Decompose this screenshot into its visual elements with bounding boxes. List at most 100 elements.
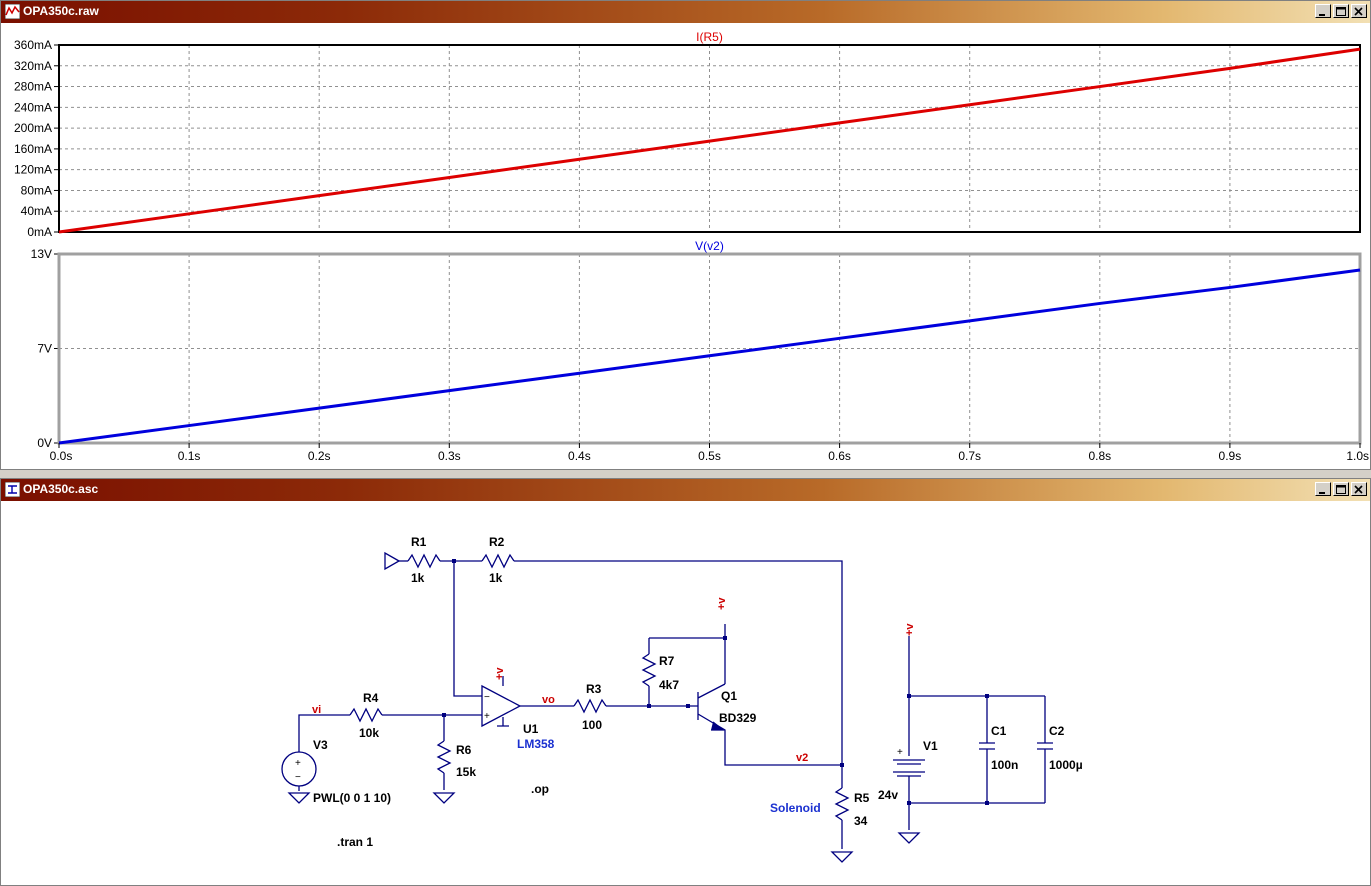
- tran-directive[interactable]: .tran 1: [337, 835, 373, 849]
- power-label-u1: +v: [494, 667, 506, 680]
- value-r5: 34: [854, 814, 868, 828]
- y-tick-label: 0V: [37, 436, 52, 450]
- schematic-window-titlebar[interactable]: OPA350c.asc: [1, 479, 1370, 501]
- net-label-vo: vo: [542, 694, 555, 706]
- junction-dot: [985, 694, 989, 698]
- x-tick-label: 0.1s: [178, 449, 201, 463]
- solenoid-label: Solenoid: [770, 801, 821, 815]
- label-r6: R6: [456, 743, 472, 757]
- y-tick-label: 320mA: [14, 59, 52, 73]
- label-r1: R1: [411, 535, 427, 549]
- resistor-r2[interactable]: [481, 553, 515, 569]
- label-v3: V3: [313, 738, 328, 752]
- v1-plus-sign: +: [897, 747, 903, 758]
- resistor-r4[interactable]: [349, 707, 383, 723]
- wire: [497, 676, 509, 727]
- capacitor-c1[interactable]: [979, 696, 995, 803]
- waveform-plots[interactable]: 0mA 40mA 80mA 120mA 160mA 200mA 240mA 280mA 320m…: [1, 24, 1370, 469]
- close-icon: [1354, 7, 1363, 16]
- plot-window-titlebar[interactable]: OPA350c.raw: [1, 1, 1370, 23]
- y-tick-label: 13V: [31, 247, 52, 261]
- ground-symbol: [384, 551, 401, 571]
- capacitor-c2[interactable]: [1037, 696, 1053, 803]
- x-tick-label: 0.4s: [568, 449, 591, 463]
- battery-v1[interactable]: [893, 759, 925, 777]
- power-label-q1: +v: [716, 597, 728, 610]
- schematic-icon: [5, 482, 20, 497]
- ground-symbol: [432, 792, 456, 804]
- ground-symbol: [287, 792, 311, 804]
- resistor-r3[interactable]: [573, 698, 607, 714]
- maximize-button[interactable]: [1333, 482, 1349, 496]
- x-tick-label: 1.0s: [1346, 449, 1369, 463]
- net-label-v2: v2: [796, 752, 808, 764]
- wire: [453, 561, 482, 697]
- minimize-icon: [1319, 14, 1325, 16]
- value-r2: 1k: [489, 571, 503, 585]
- schematic-canvas[interactable]: R1 1k R2 1k R7 4k7 Q1 BD329 R3 100 U1 R4…: [1, 502, 1370, 885]
- maximize-icon: [1336, 7, 1346, 16]
- y-tick-label: 360mA: [14, 38, 52, 52]
- y-tick-label: 160mA: [14, 142, 52, 156]
- close-icon: [1354, 485, 1363, 494]
- plot-area[interactable]: 0mA 40mA 80mA 120mA 160mA 200mA 240mA 280mA 320m…: [1, 24, 1370, 469]
- plot-window-title: OPA350c.raw: [23, 4, 99, 18]
- junction-dot: [442, 713, 446, 717]
- x-tick-label: 0.8s: [1088, 449, 1111, 463]
- v3-minus-sign: −: [295, 772, 301, 783]
- value-v1: 24v: [878, 788, 898, 802]
- minimize-button[interactable]: [1315, 4, 1331, 18]
- value-r4: 10k: [359, 726, 379, 740]
- label-c1: C1: [991, 724, 1007, 738]
- schematic-drawing[interactable]: R1 1k R2 1k R7 4k7 Q1 BD329 R3 100 U1 R4…: [1, 502, 1370, 885]
- resistor-r5[interactable]: [834, 787, 850, 821]
- ground-symbol: [897, 832, 921, 844]
- x-tick-label: 0.7s: [958, 449, 981, 463]
- label-u1: U1: [523, 722, 539, 736]
- close-button[interactable]: [1351, 4, 1367, 18]
- op-directive[interactable]: .op: [531, 782, 549, 796]
- resistor-r7[interactable]: [641, 653, 657, 687]
- opamp-minus-sign: −: [484, 692, 490, 703]
- label-v1: V1: [923, 739, 938, 753]
- junction-dot: [723, 636, 727, 640]
- y-tick-label: 0mA: [27, 225, 52, 239]
- y-tick-label: 7V: [37, 342, 52, 356]
- value-c1: 100n: [991, 758, 1018, 772]
- label-c2: C2: [1049, 724, 1065, 738]
- label-r5: R5: [854, 791, 870, 805]
- value-q1: BD329: [719, 711, 757, 725]
- minimize-button[interactable]: [1315, 482, 1331, 496]
- wire: [514, 560, 843, 765]
- label-r3: R3: [586, 682, 602, 696]
- value-c2: 1000µ: [1049, 758, 1083, 772]
- wire: [908, 636, 1045, 830]
- v3-plus-sign: +: [295, 758, 301, 769]
- net-label-vi: vi: [312, 704, 321, 716]
- y-tick-label: 240mA: [14, 100, 52, 114]
- y-tick-label: 40mA: [21, 204, 52, 218]
- resistor-r6[interactable]: [436, 740, 452, 774]
- resistor-r1[interactable]: [407, 553, 441, 569]
- x-tick-label: 0.2s: [308, 449, 331, 463]
- label-r7: R7: [659, 654, 675, 668]
- maximize-button[interactable]: [1333, 4, 1349, 18]
- close-button[interactable]: [1351, 482, 1367, 496]
- minimize-icon: [1319, 492, 1325, 494]
- junction-dot: [647, 704, 651, 708]
- ground-symbol: [830, 851, 854, 863]
- x-tick-label: 0.6s: [828, 449, 851, 463]
- x-tick-label: 0.3s: [438, 449, 461, 463]
- value-v3: PWL(0 0 1 10): [313, 791, 391, 805]
- y-tick-label: 280mA: [14, 80, 52, 94]
- junction-dot: [840, 763, 844, 767]
- x-tick-label: 0.5s: [698, 449, 721, 463]
- value-r3: 100: [582, 718, 602, 732]
- junction-dot: [907, 694, 911, 698]
- label-q1: Q1: [721, 689, 737, 703]
- model-u1: LM358: [517, 737, 555, 751]
- schematic-window: OPA350c.asc R1 1k R2 1k R7 4k7 Q1 BD329 …: [0, 478, 1371, 886]
- junction-dot: [686, 704, 690, 708]
- value-r1: 1k: [411, 571, 425, 585]
- value-r7: 4k7: [659, 678, 679, 692]
